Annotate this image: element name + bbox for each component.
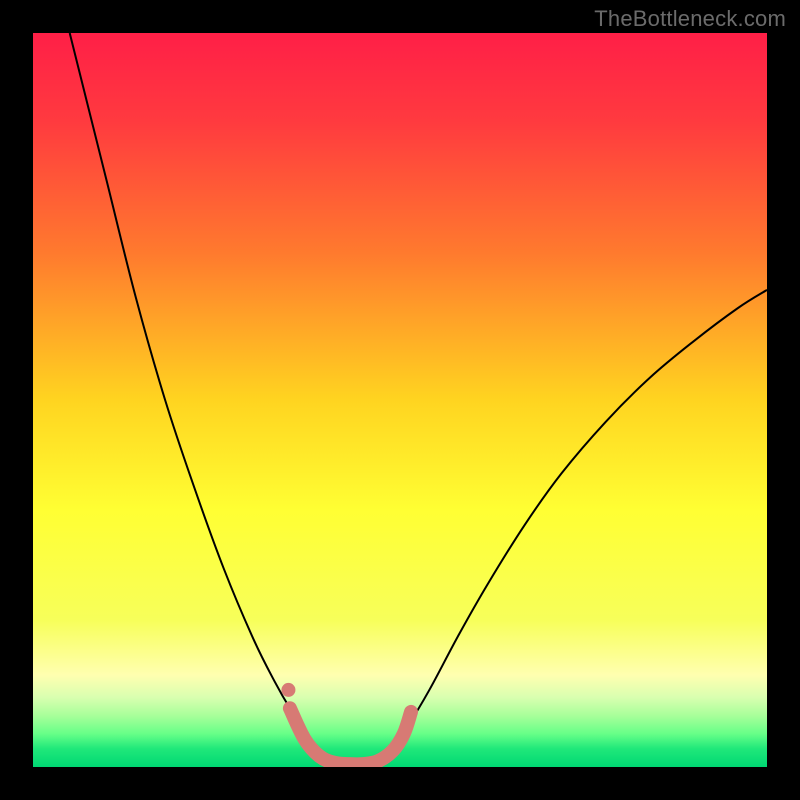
- watermark-text: TheBottleneck.com: [594, 6, 786, 32]
- plot-area: [33, 33, 767, 767]
- marker-group: [281, 683, 295, 697]
- highlight-dot: [281, 683, 295, 697]
- gradient-background: [33, 33, 767, 767]
- chart-svg: [33, 33, 767, 767]
- chart-frame: TheBottleneck.com: [0, 0, 800, 800]
